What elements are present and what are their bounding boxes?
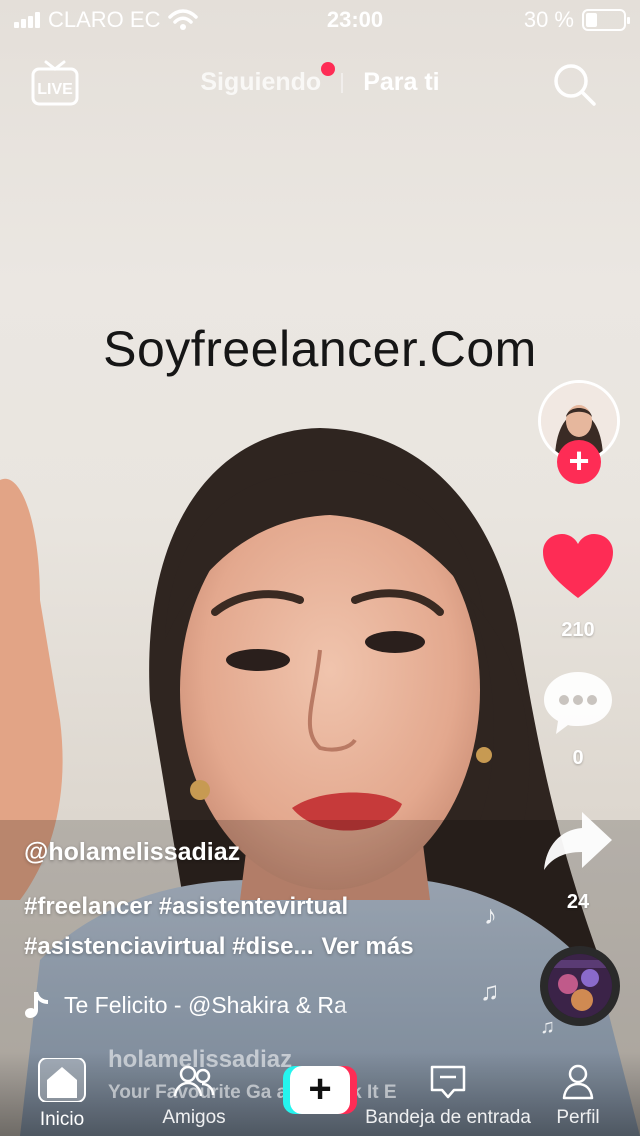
like-action: 210: [538, 532, 618, 642]
profile-icon: [562, 1064, 594, 1100]
signal-icon: [14, 12, 40, 28]
share-count: 24: [566, 891, 590, 913]
tab-for-you-label: Para ti: [363, 68, 440, 96]
create-plus-icon: +: [290, 1066, 350, 1114]
share-action: 24: [538, 808, 618, 914]
nav-home[interactable]: Inicio: [30, 1057, 94, 1131]
tiktok-note-icon: [25, 992, 48, 1018]
search-icon: [554, 64, 596, 106]
comment-count: 0: [572, 747, 584, 769]
notification-dot: [321, 62, 336, 76]
follow-button[interactable]: +: [557, 440, 601, 484]
like-count: 210: [561, 619, 595, 641]
nav-friends-label: Amigos: [162, 1107, 226, 1128]
creator-avatar-group: +: [538, 380, 620, 484]
comment-action: 0: [538, 670, 618, 770]
friends-icon: [173, 1065, 215, 1097]
search-button[interactable]: [550, 60, 598, 108]
nav-inbox[interactable]: Bandeja de entrada: [360, 1064, 536, 1129]
bottom-nav: holamelissadiaz Your Favourite Ga aby Wo…: [0, 1046, 640, 1136]
hashtags-line-1[interactable]: #freelancer #asistentevirtual: [24, 887, 484, 927]
status-bar: CLARO EC 23:00 30 %: [0, 0, 640, 40]
video-description: #freelancer #asistentevirtual #asistenci…: [24, 887, 484, 967]
feed-tabs: Siguiendo Para ti: [0, 62, 640, 97]
battery-percent: 30 %: [523, 7, 574, 32]
tab-following-label: Siguiendo: [200, 68, 322, 96]
music-notes-icon: ♫: [480, 976, 500, 1006]
nav-home-label: Inicio: [39, 1109, 85, 1130]
music-title: Te Felicito - @Shakira & Ra: [64, 991, 347, 1018]
video-overlay-text: Soyfreelancer.Com: [103, 321, 537, 377]
create-button[interactable]: +: [283, 1066, 357, 1114]
tab-following[interactable]: Siguiendo: [200, 62, 336, 97]
clock: 23:00: [326, 7, 384, 32]
top-nav: LIVE Siguiendo Para ti: [0, 56, 640, 112]
video-caption: @holamelissadiaz #freelancer #asistentev…: [24, 838, 484, 967]
nav-profile-label: Perfil: [556, 1107, 600, 1128]
comment-bubble-icon[interactable]: [542, 670, 614, 736]
music-note-icon: ♪: [484, 900, 497, 930]
battery-level: [586, 13, 597, 27]
video-player[interactable]: Soyfreelancer.Com CLARO EC 23:00 30 % LI…: [0, 0, 640, 1136]
inbox-icon: [430, 1065, 466, 1099]
like-heart-icon[interactable]: [541, 532, 615, 600]
nav-profile[interactable]: Perfil: [548, 1064, 608, 1129]
share-arrow-icon[interactable]: [542, 808, 614, 874]
battery-icon: [582, 9, 630, 31]
tab-divider: [341, 72, 344, 93]
tab-for-you[interactable]: Para ti: [363, 68, 439, 97]
music-note-icon: ♫: [540, 1016, 555, 1038]
see-more-link[interactable]: Ver más: [322, 933, 414, 960]
home-icon: [38, 1057, 86, 1103]
carrier-name: CLARO EC: [48, 7, 161, 32]
nav-friends[interactable]: Amigos: [154, 1064, 234, 1129]
wifi-icon: [168, 9, 199, 30]
creator-username[interactable]: @holamelissadiaz: [24, 838, 484, 867]
hashtags-line-2[interactable]: #asistenciavirtual #dise...: [24, 933, 314, 960]
sound-disc[interactable]: [540, 946, 620, 1026]
album-art: [548, 954, 612, 1018]
music-row[interactable]: Te Felicito - @Shakira & Ra: [24, 990, 404, 1020]
nav-inbox-label: Bandeja de entrada: [365, 1107, 531, 1128]
